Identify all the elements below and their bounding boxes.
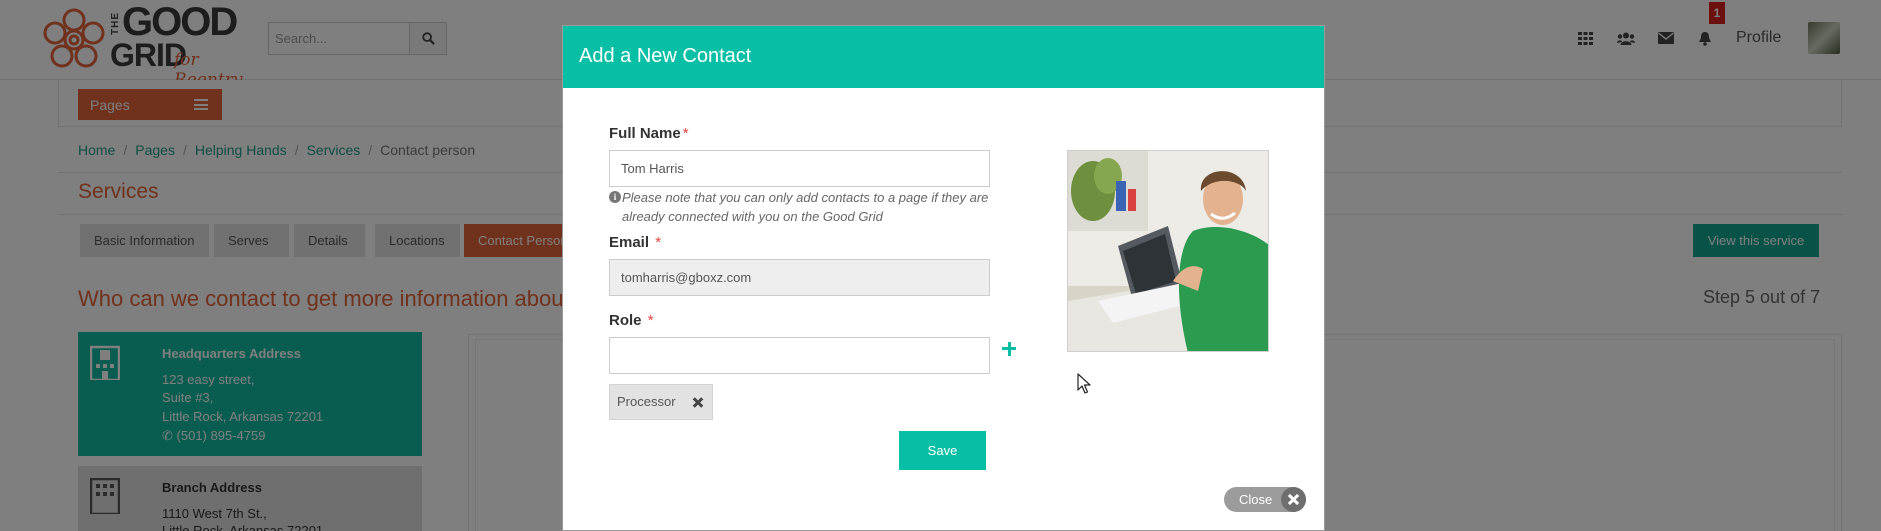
email-value: tomharris@gboxz.com xyxy=(621,270,752,285)
role-tag: Processor xyxy=(609,384,713,420)
save-button[interactable]: Save xyxy=(899,431,986,470)
contact-photo-image xyxy=(1068,151,1268,351)
close-icon xyxy=(1281,487,1306,512)
modal-title: Add a New Contact xyxy=(579,45,752,67)
email-label: Email * xyxy=(609,234,661,251)
role-label-text: Role xyxy=(609,312,642,329)
close-button[interactable]: Close xyxy=(1224,487,1306,512)
contact-photo xyxy=(1067,150,1269,352)
full-name-input[interactable]: Tom Harris xyxy=(609,150,990,187)
full-name-label-text: Full Name xyxy=(609,125,681,142)
full-name-label: Full Name * xyxy=(609,125,689,142)
required-mark: * xyxy=(647,312,654,329)
full-name-value: Tom Harris xyxy=(621,161,684,176)
role-label: Role * xyxy=(609,312,654,329)
note-text: Please note that you can only add contac… xyxy=(622,190,989,224)
info-icon: i xyxy=(609,191,621,203)
connection-note: i Please note that you can only add cont… xyxy=(609,188,1009,226)
email-field[interactable]: tomharris@gboxz.com xyxy=(609,259,990,296)
role-tag-label: Processor xyxy=(617,394,676,409)
required-mark: * xyxy=(655,234,662,251)
required-mark: * xyxy=(682,125,689,142)
mouse-cursor-icon xyxy=(1077,373,1091,394)
close-label: Close xyxy=(1239,492,1273,507)
add-role-icon[interactable] xyxy=(1002,342,1016,356)
add-contact-modal: Add a New Contact Full Name * Tom Harris … xyxy=(562,25,1325,531)
remove-tag-icon[interactable] xyxy=(692,396,704,408)
role-input[interactable] xyxy=(609,337,990,374)
modal-header: Add a New Contact xyxy=(563,26,1324,88)
email-label-text: Email xyxy=(609,234,650,251)
